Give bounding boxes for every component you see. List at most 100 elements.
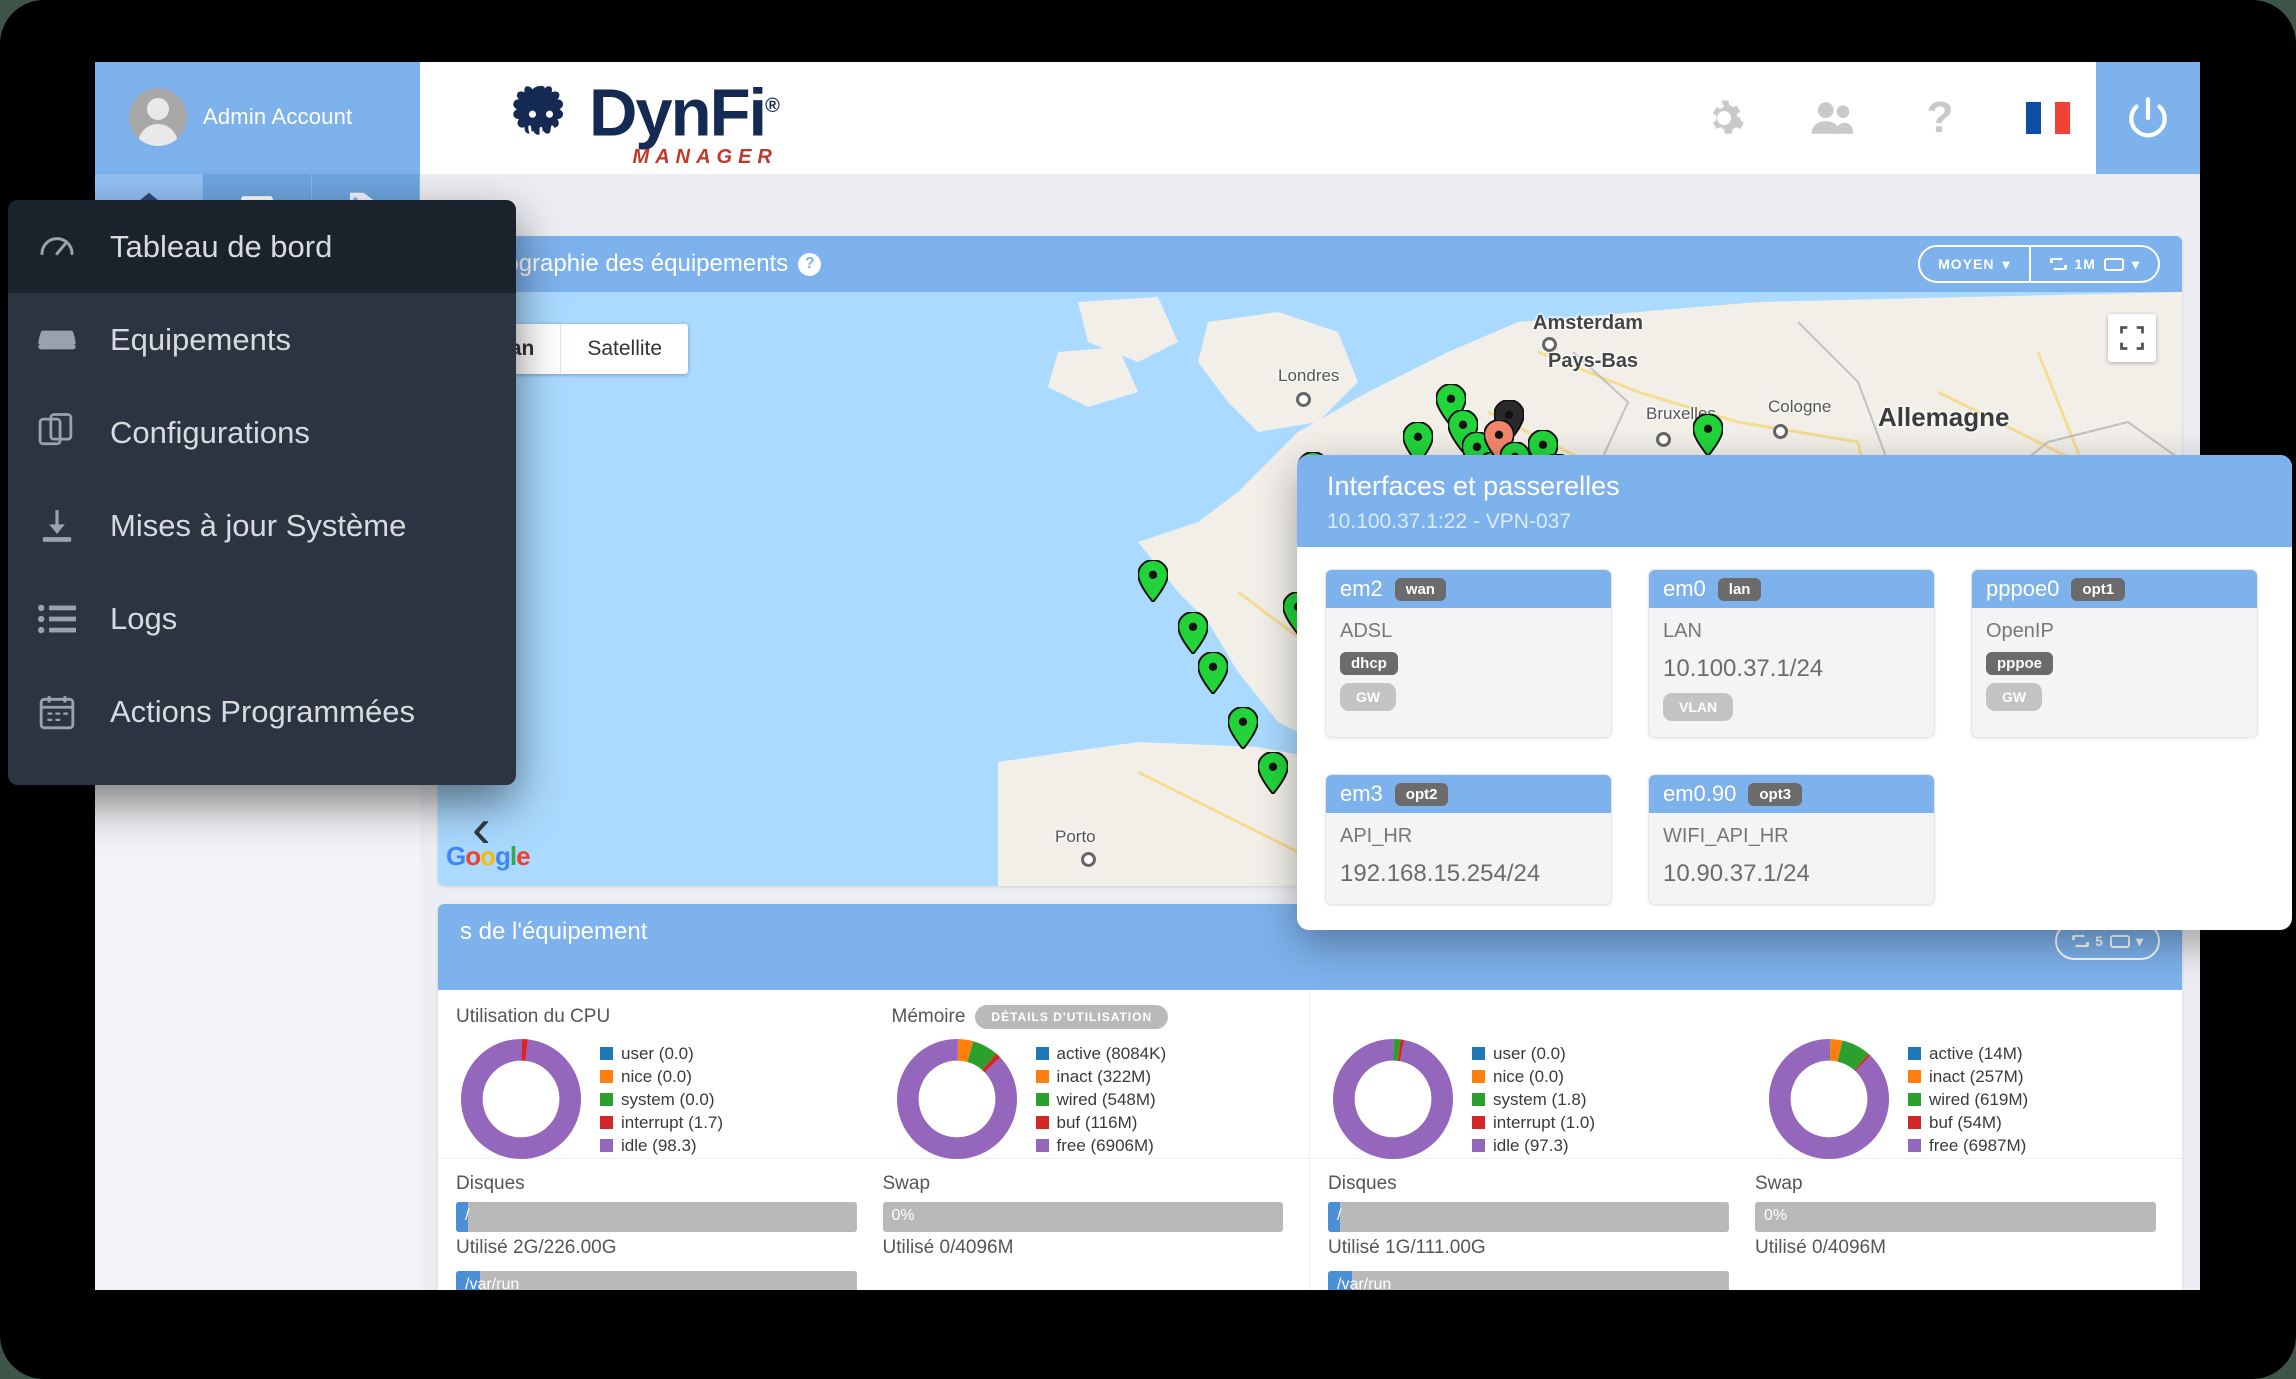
interface-card-header: em3 opt2 xyxy=(1326,775,1611,813)
sidebar-item-actions-programm-es[interactable]: Actions Programmées xyxy=(8,665,516,758)
sidebar-item-label: Actions Programmées xyxy=(110,693,415,729)
interface-card-body: LAN 10.100.37.1/24 VLAN xyxy=(1649,608,1934,737)
legend-swatch xyxy=(600,1069,613,1083)
interface-card[interactable]: em0.90 opt3 WIFI_API_HR 10.90.37.1/24 xyxy=(1648,774,1935,905)
map-city-dot xyxy=(1296,392,1311,407)
interface-name: em0 xyxy=(1663,576,1706,601)
legend-label: active (14M) xyxy=(1929,1043,2023,1063)
disks-label-1: Disques xyxy=(456,1173,525,1194)
interface-card[interactable]: em0 lan LAN 10.100.37.1/24 VLAN xyxy=(1648,569,1935,738)
legend-item: interrupt (1.0) xyxy=(1472,1111,1595,1134)
legend-label: nice (0.0) xyxy=(1493,1066,1564,1086)
legend-item: wired (619M) xyxy=(1908,1088,2028,1111)
sidebar-item-equipements[interactable]: Equipements xyxy=(8,293,516,386)
users-icon[interactable] xyxy=(1810,96,1854,140)
sidebar-item-alias[interactable]: Alias xyxy=(8,758,516,785)
cpu-caption-2: Utilisation du CPU xyxy=(1328,1004,1746,1030)
disks-label-2: Disques xyxy=(1328,1173,1397,1194)
sidebar-item-configurations[interactable]: Configurations xyxy=(8,386,516,479)
legend-swatch xyxy=(600,1115,613,1129)
legend-item: free (6987M) xyxy=(1908,1134,2028,1157)
sidebar-item-mises-jour-syst-me[interactable]: Mises à jour Système xyxy=(8,479,516,572)
cartography-header: Cartographie des équipements ? MOYEN ▾ 1… xyxy=(438,236,2182,292)
legend-label: system (0.0) xyxy=(621,1089,715,1109)
legend-swatch xyxy=(1472,1092,1485,1106)
cpu-chart-block-1: Utilisation du CPU user (0.0) nice (0.0) s… xyxy=(438,990,874,1160)
legend-item: idle (97.3) xyxy=(1472,1134,1595,1157)
gear-icon[interactable] xyxy=(1702,96,1746,140)
interface-ip: 10.100.37.1/24 xyxy=(1663,655,1824,682)
interface-card[interactable]: pppoe0 opt1 OpenIP pppoe GW xyxy=(1971,569,2258,738)
swap-block-2: Swap 0% Utilisé 0/4096M xyxy=(1755,1173,2182,1290)
interface-name: em3 xyxy=(1340,781,1383,806)
memory-details-button-1[interactable]: DÉTAILS D'UTILISATION xyxy=(975,1005,1169,1029)
account-box[interactable]: Admin Account xyxy=(95,62,420,174)
power-button[interactable] xyxy=(2096,62,2200,174)
refresh-icon xyxy=(2072,933,2090,949)
legend-swatch xyxy=(600,1138,613,1152)
avatar xyxy=(129,88,187,146)
map-label: Londres xyxy=(1278,366,1340,385)
sidebar-item-label: Equipements xyxy=(110,321,291,357)
legend-label: nice (0.0) xyxy=(621,1066,692,1086)
interfaces-panel-header: Interfaces et passerelles 10.100.37.1:22… xyxy=(1297,455,2292,547)
memory-legend-1: active (8084K) inact (322M) wired (548M) bu… xyxy=(1035,1042,1167,1157)
mem-chart-block-1: Mémoire DÉTAILS D'UTILISATION active (80… xyxy=(874,990,1310,1160)
interface-role-badge: lan xyxy=(1717,577,1762,601)
map-label: Allemagne xyxy=(1878,402,2010,432)
legend-swatch xyxy=(600,1092,613,1106)
interface-gateway-badge: VLAN xyxy=(1663,693,1734,721)
flag-fr-icon[interactable] xyxy=(2026,96,2070,140)
mem-chart-block-2: Mémoire active (14M) inact (257M) wired (6… xyxy=(1746,990,2182,1160)
fullscreen-button[interactable] xyxy=(2108,314,2156,362)
legend-item: inact (322M) xyxy=(1035,1065,1167,1088)
mem-caption-1: Mémoire DÉTAILS D'UTILISATION xyxy=(892,1004,1310,1030)
interface-card[interactable]: em3 opt2 API_HR 192.168.15.254/24 xyxy=(1325,774,1612,905)
interface-card-header: em0 lan xyxy=(1649,570,1934,608)
help-icon[interactable]: ? xyxy=(798,252,822,276)
chevron-down-icon: ▾ xyxy=(2135,932,2144,949)
interface-name: pppoe0 xyxy=(1986,576,2060,601)
refresh-interval-select[interactable]: 1M ▾ xyxy=(2028,247,2158,281)
legend-item: nice (0.0) xyxy=(600,1065,723,1088)
legend-label: buf (116M) xyxy=(1056,1112,1138,1132)
legend-swatch xyxy=(1472,1046,1485,1060)
disk-bar-varrun-1: /var/run xyxy=(456,1271,857,1290)
interface-card[interactable]: em2 wan ADSL dhcp GW xyxy=(1325,569,1612,738)
cpu-legend-2: user (0.0) nice (0.0) system (1.8) interrup… xyxy=(1472,1042,1595,1157)
legend-item: interrupt (1.7) xyxy=(600,1111,723,1134)
map-type-satellite[interactable]: Satellite xyxy=(561,324,688,374)
refresh-icon xyxy=(2049,256,2067,272)
fullscreen-icon xyxy=(2120,326,2144,350)
cpu-donut-1 xyxy=(460,1038,582,1160)
map-marker-pin[interactable] xyxy=(1228,707,1258,749)
interface-role-badge: wan xyxy=(1394,577,1446,601)
sidebar-item-label: Configurations xyxy=(110,414,310,450)
swap-block-1: Swap 0% Utilisé 0/4096M xyxy=(882,1173,1310,1290)
legend-item: system (0.0) xyxy=(600,1088,723,1111)
legend-swatch xyxy=(1908,1092,1921,1106)
help-icon[interactable]: ? xyxy=(1918,93,1962,142)
map-marker-pin[interactable] xyxy=(1258,752,1288,794)
interface-role-badge: opt1 xyxy=(2071,577,2126,601)
quality-select[interactable]: MOYEN ▾ xyxy=(1920,247,2028,281)
device-detail-card: s de l'équipement 5 ▾ Utilisation du CPU… xyxy=(438,904,2182,1290)
legend-swatch xyxy=(1035,1046,1049,1060)
map-marker-pin[interactable] xyxy=(1198,652,1228,694)
map-marker-pin[interactable] xyxy=(1138,560,1168,602)
map-label: Pays-Bas xyxy=(1548,350,1639,372)
sidebar-collapse-icon[interactable]: ‹ xyxy=(472,800,491,856)
map-marker-pin[interactable] xyxy=(1693,414,1723,456)
map-label: Porto xyxy=(1055,827,1096,846)
legend-swatch xyxy=(1908,1138,1921,1152)
sidebar-item-tableau-de-bord[interactable]: Tableau de bord xyxy=(8,200,516,293)
pane-1-charts: Utilisation du CPU user (0.0) nice (0.0) s… xyxy=(438,990,1310,1160)
sidebar-item-logs[interactable]: Logs xyxy=(8,572,516,665)
swap-label-2: Swap xyxy=(1755,1173,1803,1194)
screen-icon xyxy=(2103,257,2124,271)
octopus-logo-icon xyxy=(513,85,564,147)
legend-swatch xyxy=(600,1046,613,1060)
sidebar-flyout-menu: Tableau de bord Equipements Configurations… xyxy=(8,200,516,785)
map-marker-pin[interactable] xyxy=(1178,612,1208,654)
legend-label: wired (619M) xyxy=(1929,1089,2029,1109)
